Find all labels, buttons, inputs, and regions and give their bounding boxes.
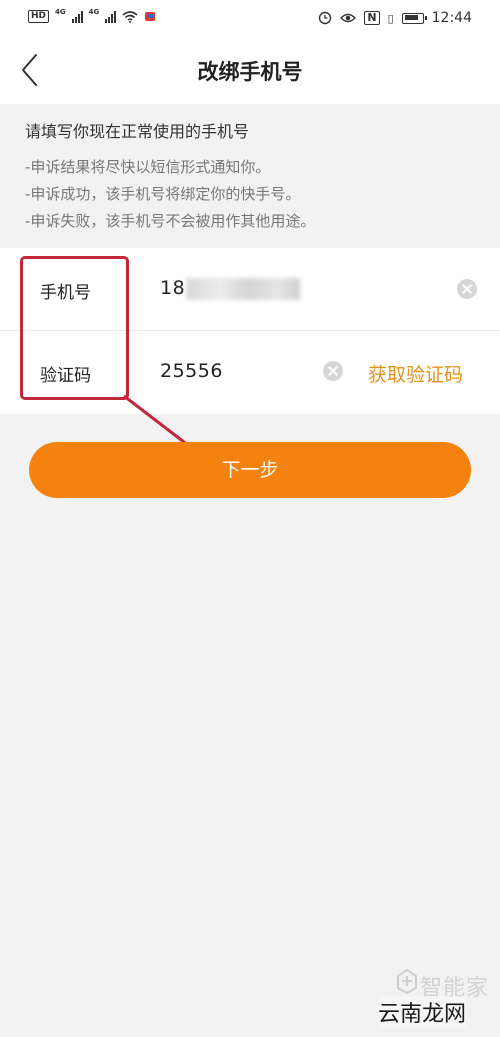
app-notification-icon xyxy=(145,11,156,21)
watermark-logo-icon xyxy=(397,968,417,994)
battery-icon xyxy=(401,12,427,24)
signal-icon xyxy=(71,10,83,23)
nav-header: 改绑手机号 xyxy=(0,36,500,104)
network-type-2: 4G xyxy=(88,7,100,16)
notice-section: 请填写你现在正常使用的手机号 -申诉结果将尽快以短信形式通知你。 -申诉成功，该… xyxy=(0,104,500,246)
status-bar: HD 4G 4G N ▯ 12:44 xyxy=(0,0,500,36)
clear-code-icon[interactable] xyxy=(323,361,343,381)
get-code-button[interactable]: 获取验证码 xyxy=(368,360,463,387)
vibrate-icon: ▯ xyxy=(387,11,394,25)
alarm-icon xyxy=(319,11,332,25)
notice-item: -申诉结果将尽快以短信形式通知你。 xyxy=(25,158,271,176)
status-right: N ▯ 12:44 xyxy=(318,10,472,26)
clock: 12:44 xyxy=(431,10,472,26)
notice-item: -申诉成功，该手机号将绑定你的快手号。 xyxy=(25,185,301,203)
notice-heading: 请填写你现在正常使用的手机号 xyxy=(25,122,250,141)
notice-list: -申诉结果将尽快以短信形式通知你。 -申诉成功，该手机号将绑定你的快手号。 -申… xyxy=(25,154,315,235)
hd-badge: HD xyxy=(28,10,50,23)
network-type-1: 4G xyxy=(55,7,66,16)
clear-phone-icon[interactable] xyxy=(457,279,477,299)
annotation-highlight-box xyxy=(20,256,129,400)
notice-item: -申诉失败，该手机号不会被用作其他用途。 xyxy=(25,212,316,230)
eye-icon xyxy=(340,13,357,23)
nfc-icon: N xyxy=(364,11,380,25)
code-input[interactable]: 25556 xyxy=(160,360,223,382)
next-step-button[interactable]: 下一步 xyxy=(29,442,471,498)
phone-number-blur-mask xyxy=(186,278,300,300)
status-left: HD 4G 4G xyxy=(28,7,156,23)
wifi-icon xyxy=(122,10,138,23)
watermark-site-text: 云南龙网 xyxy=(378,996,467,1028)
signal-icon-2 xyxy=(105,10,117,23)
page-title: 改绑手机号 xyxy=(197,60,303,84)
phone-input[interactable]: 18 xyxy=(160,277,185,299)
